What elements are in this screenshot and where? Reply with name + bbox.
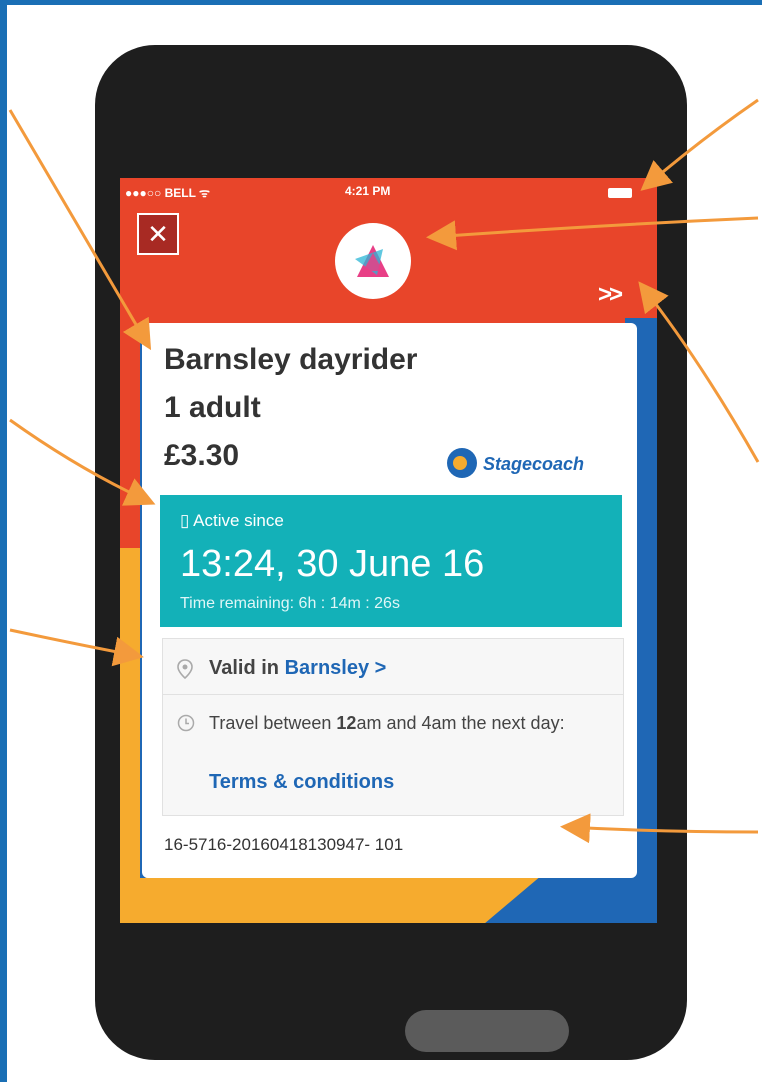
annotation-arrow-reference — [560, 813, 759, 844]
annotation-arrow-card — [8, 109, 152, 351]
annotation-arrow-logo — [426, 216, 759, 251]
annotation-arrow-next — [638, 281, 760, 463]
annotation-arrows — [8, 98, 760, 844]
annotation-arrow-validity — [9, 628, 144, 667]
annotation-arrow-battery — [640, 98, 759, 191]
annotation-arrow-activation — [9, 418, 156, 506]
